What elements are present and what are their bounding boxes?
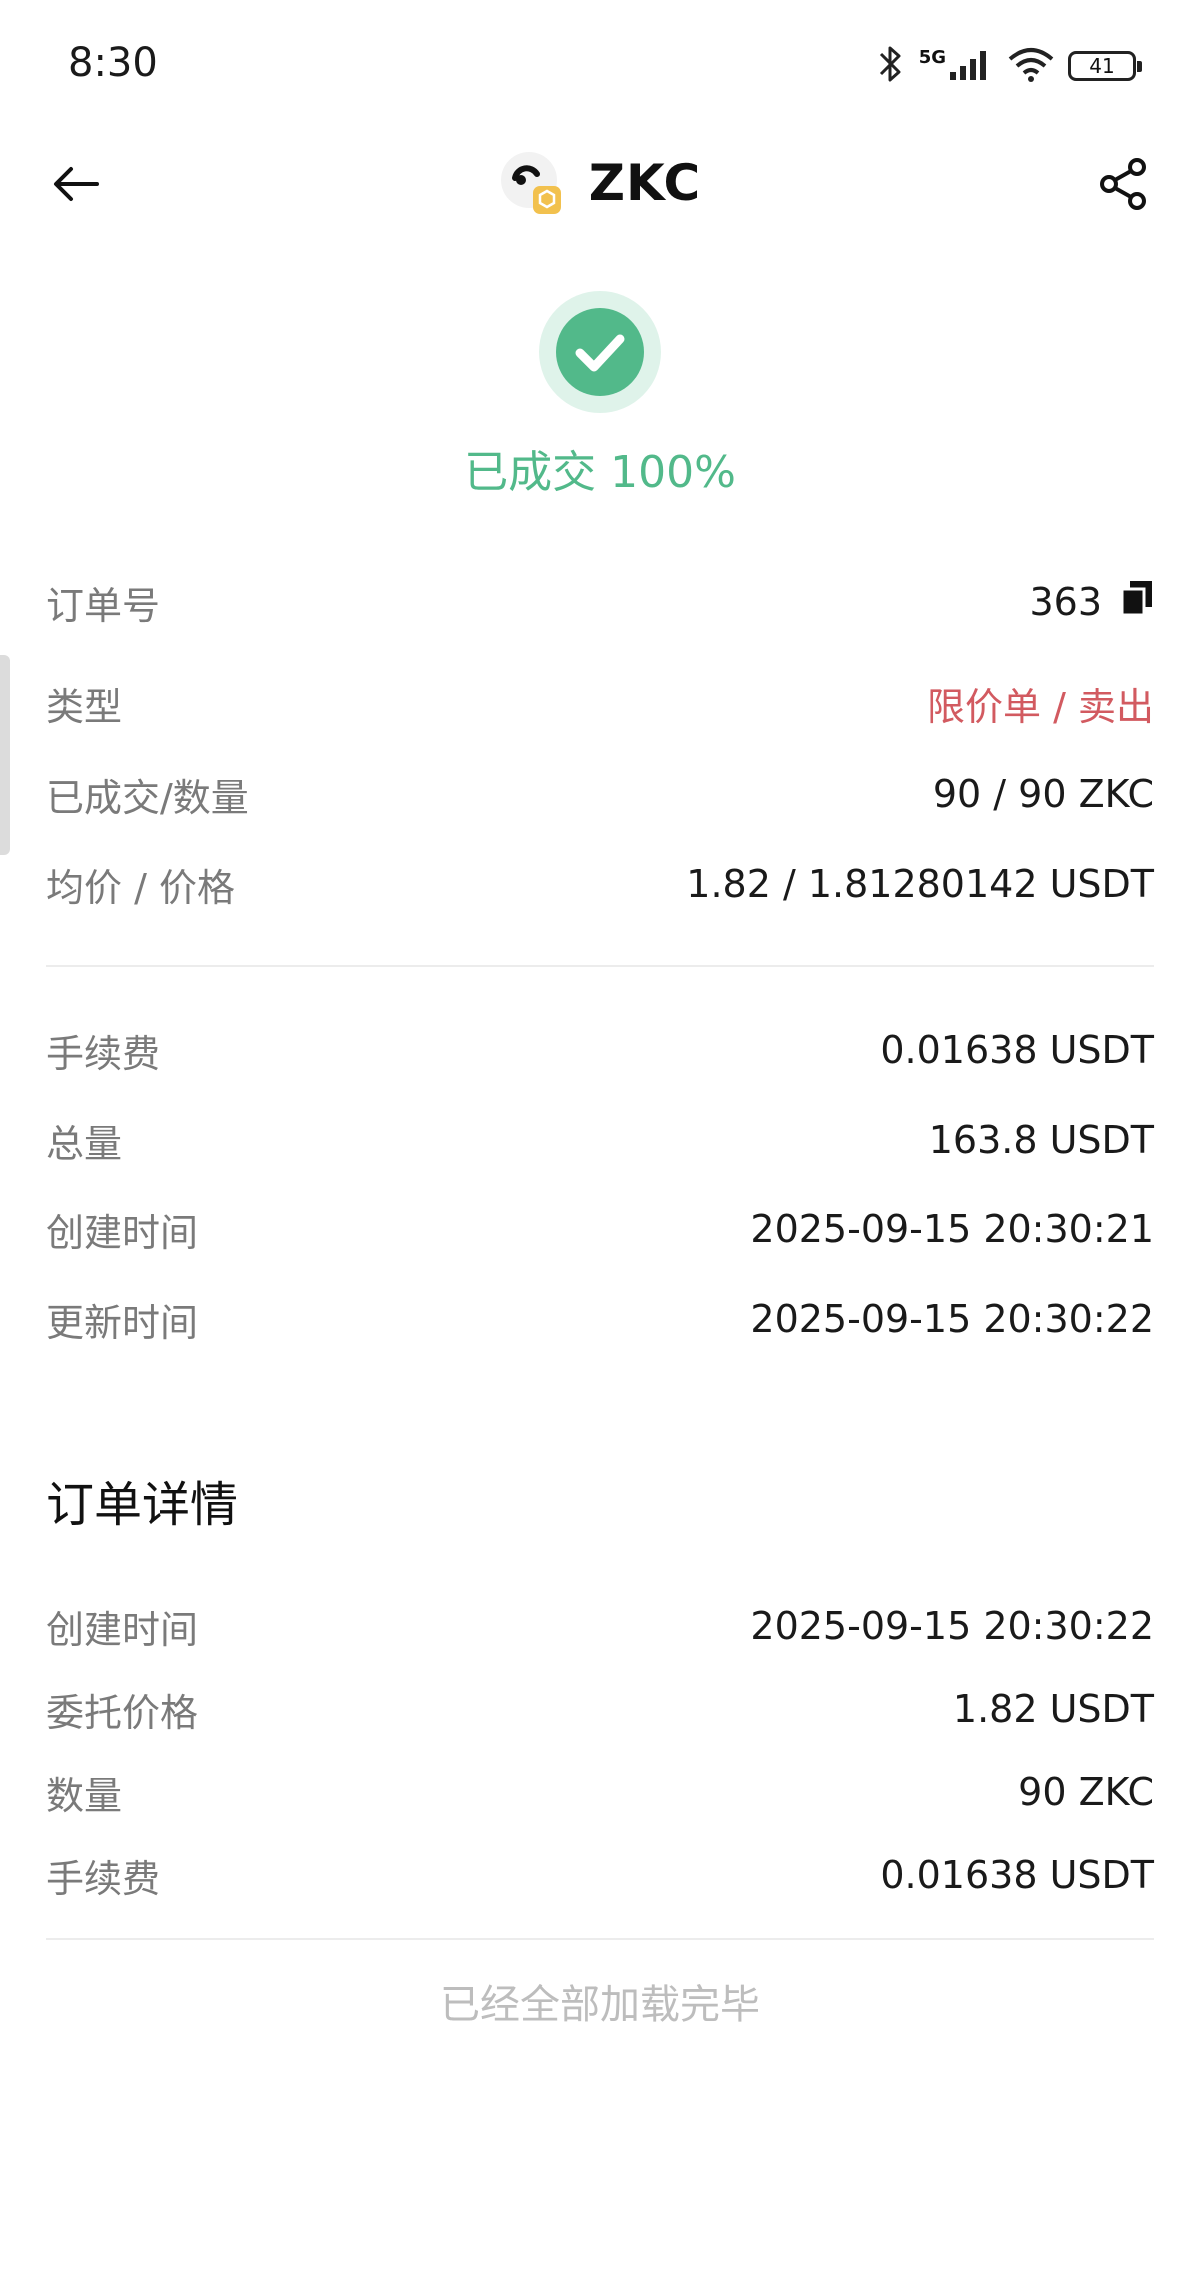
order-no-value-wrap: 363: [1029, 579, 1154, 626]
check-circle-icon: [539, 291, 661, 413]
quantity-label: 数量: [46, 1773, 123, 1818]
price-label: 均价 / 价格: [46, 865, 235, 910]
type-row: 类型 限价单 / 卖出: [46, 673, 1154, 733]
copy-icon[interactable]: [1120, 579, 1154, 626]
detail-created-row: 创建时间 2025-09-15 20:30:22: [46, 1596, 1154, 1656]
filled-label: 已成交/数量: [46, 775, 249, 820]
signal-icon: [948, 46, 994, 86]
filled-value: 90 / 90 ZKC: [932, 772, 1154, 816]
price-row: 均价 / 价格 1.82 / 1.81280142 USDT: [46, 854, 1154, 914]
detail-fee-value: 0.01638 USDT: [880, 1853, 1154, 1897]
entrust-price-value: 1.82 USDT: [952, 1687, 1154, 1731]
type-value: 限价单 / 卖出: [927, 684, 1154, 729]
status-icons: 5G 41: [873, 44, 1142, 88]
fee-label: 手续费: [46, 1031, 161, 1076]
total-value: 163.8 USDT: [928, 1118, 1154, 1162]
entrust-price-row: 委托价格 1.82 USDT: [46, 1679, 1154, 1739]
share-icon: [1100, 158, 1146, 210]
updated-row: 更新时间 2025-09-15 20:30:22: [46, 1289, 1154, 1349]
network-label: 5G: [918, 46, 946, 68]
updated-value: 2025-09-15 20:30:22: [750, 1297, 1154, 1341]
fee-row: 手续费 0.01638 USDT: [46, 1020, 1154, 1080]
order-status-text: 已成交 100%: [464, 447, 736, 498]
order-status-section: 已成交 100%: [0, 290, 1200, 500]
updated-label: 更新时间: [46, 1300, 199, 1345]
entrust-price-label: 委托价格: [46, 1690, 199, 1735]
section-divider: [46, 965, 1154, 967]
detail-created-label: 创建时间: [46, 1607, 199, 1652]
coin-logo-icon: [499, 150, 565, 216]
order-no-value: 363: [1029, 580, 1102, 624]
detail-fee-row: 手续费 0.01638 USDT: [46, 1845, 1154, 1905]
battery-level: 41: [1089, 54, 1115, 78]
app-header: ZKC: [0, 130, 1200, 240]
price-value: 1.82 / 1.81280142 USDT: [686, 862, 1154, 906]
quantity-value: 90 ZKC: [1018, 1770, 1154, 1814]
created-value: 2025-09-15 20:30:21: [750, 1207, 1154, 1251]
battery-icon: 41: [1068, 51, 1142, 81]
list-end-divider: [46, 1938, 1154, 1940]
quantity-row: 数量 90 ZKC: [46, 1762, 1154, 1822]
detail-created-value: 2025-09-15 20:30:22: [750, 1604, 1154, 1648]
load-complete-text: 已经全部加载完毕: [440, 1982, 760, 2028]
share-button[interactable]: [1092, 152, 1156, 216]
total-label: 总量: [46, 1121, 123, 1166]
status-time: 8:30: [68, 40, 158, 86]
detail-fee-label: 手续费: [46, 1856, 161, 1901]
fee-value: 0.01638 USDT: [880, 1028, 1154, 1072]
type-label: 类型: [46, 684, 123, 729]
scroll-indicator[interactable]: [0, 655, 10, 855]
status-bar: 8:30 5G 41: [0, 0, 1200, 130]
filled-row: 已成交/数量 90 / 90 ZKC: [46, 764, 1154, 824]
wifi-icon: [1006, 45, 1056, 87]
bluetooth-icon: [873, 44, 907, 88]
created-row: 创建时间 2025-09-15 20:30:21: [46, 1199, 1154, 1259]
order-no-label: 订单号: [46, 583, 161, 628]
page-title: ZKC: [588, 154, 702, 212]
order-details-title: 订单详情: [46, 1477, 239, 1533]
order-no-row: 订单号 363: [46, 572, 1154, 632]
total-row: 总量 163.8 USDT: [46, 1110, 1154, 1170]
title-group: ZKC: [0, 150, 1200, 216]
created-label: 创建时间: [46, 1210, 199, 1255]
